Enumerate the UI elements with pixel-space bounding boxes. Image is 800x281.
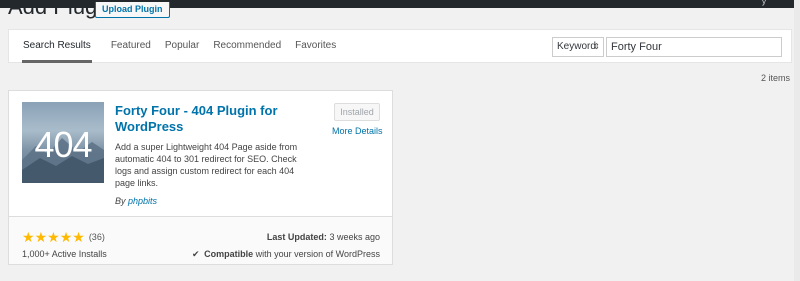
search-input[interactable]: Forty Four: [606, 37, 782, 57]
filter-bar: Search Results Featured Popular Recommen…: [8, 29, 792, 63]
thumbnail-text: 404: [34, 124, 92, 165]
filter-tabs: Search Results Featured Popular Recommen…: [22, 30, 343, 63]
tab-recommended[interactable]: Recommended: [206, 30, 288, 63]
plugin-name-link[interactable]: Forty Four - 404 Plugin for WordPress: [115, 103, 285, 135]
compatibility: ✔ Compatible with your version of WordPr…: [192, 249, 380, 260]
tab-favorites[interactable]: Favorites: [288, 30, 343, 63]
star-icon: ★: [34, 229, 48, 245]
select-arrows-icon: ⇕: [593, 42, 600, 51]
search-type-select[interactable]: Keyword ⇕: [552, 37, 604, 57]
tab-popular[interactable]: Popular: [158, 30, 206, 63]
star-icon: ★: [59, 229, 73, 245]
plugin-card-bottom: ★ ★ ★ ★ ★ (36) 1,000+ Active Installs La…: [9, 216, 392, 264]
active-installs: 1,000+ Active Installs: [22, 249, 107, 259]
upload-plugin-button[interactable]: Upload Plugin: [95, 2, 170, 18]
last-updated-value: 3 weeks ago: [329, 232, 380, 242]
installed-button[interactable]: Installed: [334, 103, 380, 121]
last-updated-label: Last Updated:: [266, 232, 327, 242]
author-prefix: By: [115, 196, 126, 206]
checkmark-icon: ✔: [192, 249, 200, 259]
more-details-link[interactable]: More Details: [332, 126, 383, 136]
plugin-thumbnail[interactable]: 404: [22, 102, 104, 183]
plugin-description: Add a super Lightweight 404 Page aside f…: [115, 142, 298, 188]
item-count: 2 items: [760, 73, 790, 83]
scrollbar[interactable]: [794, 0, 800, 281]
plugin-card-top: 404 Forty Four - 404 Plugin for WordPres…: [9, 91, 392, 216]
tab-featured[interactable]: Featured: [104, 30, 158, 63]
plugin-card: 404 Forty Four - 404 Plugin for WordPres…: [8, 90, 393, 265]
rating-count: (36): [88, 232, 105, 242]
star-icon: ★: [47, 229, 60, 245]
last-updated: Last Updated: 3 weeks ago: [267, 232, 380, 242]
star-icon: ★: [72, 229, 85, 245]
search-type-value: Keyword: [557, 41, 596, 52]
author-link[interactable]: phpbits: [128, 196, 157, 206]
compatible-text: with your version of WordPress: [255, 249, 380, 259]
star-icon: ★: [22, 229, 35, 245]
admin-bar-text: y: [762, 0, 766, 6]
star-rating: ★ ★ ★ ★ ★ (36): [22, 230, 105, 244]
compatible-label: Compatible: [204, 249, 254, 259]
plugin-author: By phpbits: [115, 196, 157, 206]
tab-search-results[interactable]: Search Results: [22, 30, 92, 63]
